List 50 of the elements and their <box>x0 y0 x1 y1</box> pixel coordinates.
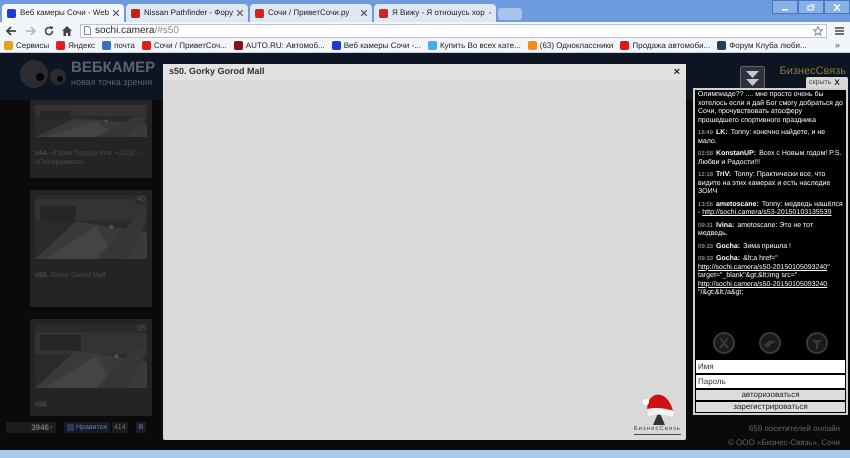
bookmark[interactable]: Сервисы <box>4 40 50 52</box>
emblem-icon <box>759 332 782 354</box>
address-bar[interactable]: sochi.camera/#s50 <box>80 24 827 38</box>
eyes-logo-icon <box>18 59 66 89</box>
chat-auth-button[interactable]: авторизоваться <box>696 390 845 400</box>
back-icon[interactable] <box>6 26 17 36</box>
partner-logo: БизнесСвязь <box>780 64 846 79</box>
name-field[interactable]: Имя <box>696 360 845 373</box>
bookmark[interactable]: почта <box>102 40 135 52</box>
hide-close: X <box>834 78 840 86</box>
emblem-icon <box>806 332 828 354</box>
close-icon[interactable] <box>361 10 367 16</box>
tab-title: Я Вижу - Я отношусь хор <box>392 7 485 19</box>
password-field[interactable]: Пароль <box>696 375 845 388</box>
close-icon[interactable] <box>113 10 119 16</box>
page-icon <box>84 26 91 35</box>
chat-auth-button[interactable]: зарегистрироваться <box>696 402 845 412</box>
tab-title: Веб камеры Сочи - Web <box>20 7 110 19</box>
browser-tab[interactable]: Я Вижу - Я отношусь хор <box>374 4 496 22</box>
more-bookmarks-button[interactable]: » <box>834 38 846 52</box>
bookmark-label: почта <box>114 40 135 52</box>
modal-title: s50. Gorky Gorod Mall <box>169 65 265 78</box>
bookmark-label: Сервисы <box>16 40 50 52</box>
facebook-icon <box>67 424 74 431</box>
browser-tab[interactable]: Nissan Pathfinder - Фору <box>126 4 248 22</box>
browser-tab[interactable]: Сочи / ПриветСочи.ру <box>250 4 372 22</box>
reload-icon[interactable] <box>44 26 54 36</box>
minimize-button[interactable] <box>772 0 798 14</box>
site-logo-title: ВЕБКАМЕР <box>71 59 156 77</box>
tab-title: Nissan Pathfinder - Фору <box>144 7 234 19</box>
browser-tab[interactable]: Веб камеры Сочи - Web <box>2 4 124 22</box>
restore-icon <box>807 4 815 10</box>
footer-text: © ООО «Бизнес-Связь», Сочи <box>728 437 840 449</box>
close-button[interactable] <box>824 0 850 14</box>
footer-text: 659 посетителей онлайн <box>748 423 840 435</box>
visit-counter: 3946↑ <box>6 422 56 433</box>
bookmark[interactable]: Яндекс <box>56 40 96 52</box>
emblem-icon <box>713 332 736 354</box>
tab-title: Сочи / ПриветСочи.ру <box>268 7 350 19</box>
star-icon[interactable] <box>813 26 823 36</box>
site-logo-subtitle: новая точка зрения <box>71 77 154 87</box>
close-icon[interactable] <box>237 10 243 16</box>
collapse-arrows-icon[interactable] <box>740 66 765 91</box>
home-icon[interactable] <box>62 26 72 36</box>
close-icon <box>833 4 841 10</box>
menu-icon[interactable] <box>835 26 844 34</box>
bookmark-label: Яндекс <box>68 40 96 52</box>
modal-close-button[interactable]: × <box>674 66 680 78</box>
url-text: sochi.camera/#s50 <box>95 24 179 38</box>
maximize-button[interactable] <box>798 0 824 14</box>
